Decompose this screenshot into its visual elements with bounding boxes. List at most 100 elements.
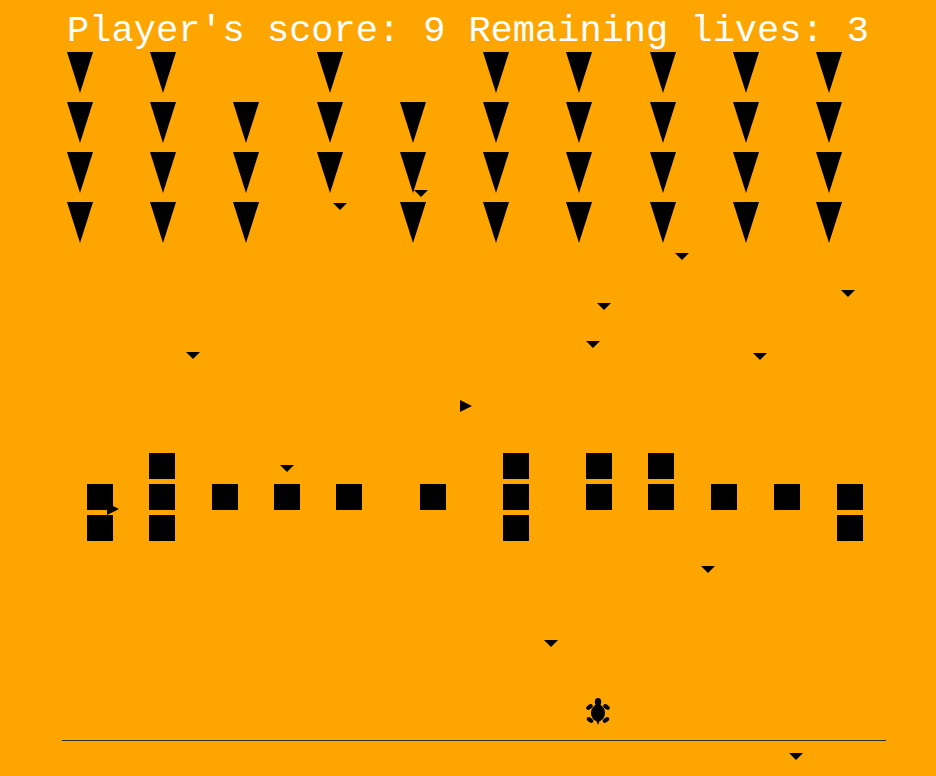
- alien-icon: [400, 152, 426, 193]
- alien-slot: [621, 102, 704, 152]
- alien-grid: [38, 52, 871, 252]
- alien-slot: [38, 102, 121, 152]
- turtle-icon[interactable]: [585, 697, 611, 727]
- alien-slot: [38, 152, 121, 202]
- alien-slot: [704, 52, 787, 102]
- shield-block: [212, 484, 238, 510]
- alien-slot: [205, 102, 288, 152]
- bullet-icon: [675, 253, 689, 260]
- shield-block: [503, 515, 529, 541]
- alien-slot: [38, 52, 121, 102]
- game-canvas: Player's score: 9 Remaining lives: 3: [0, 0, 936, 776]
- shield-block: [149, 515, 175, 541]
- bullet-icon: [333, 203, 347, 210]
- alien-icon: [650, 152, 676, 193]
- alien-slot: [621, 202, 704, 252]
- shield-block: [420, 484, 446, 510]
- shield-block: [336, 484, 362, 510]
- alien-slot: [454, 202, 537, 252]
- alien-slot: [205, 202, 288, 252]
- alien-icon: [733, 52, 759, 93]
- bullet-icon: [186, 352, 200, 359]
- alien-icon: [150, 102, 176, 143]
- alien-slot: [704, 102, 787, 152]
- alien-slot: [621, 52, 704, 102]
- shield-block: [503, 453, 529, 479]
- alien-icon: [317, 102, 343, 143]
- alien-slot: [38, 202, 121, 252]
- bullet-icon: [753, 353, 767, 360]
- alien-icon: [67, 202, 93, 243]
- alien-icon: [566, 152, 592, 193]
- alien-icon: [233, 202, 259, 243]
- alien-slot: [371, 152, 454, 202]
- alien-slot: [205, 52, 288, 102]
- alien-slot: [538, 202, 621, 252]
- alien-icon: [816, 152, 842, 193]
- alien-icon: [150, 152, 176, 193]
- bullet-icon: [841, 290, 855, 297]
- alien-slot: [788, 152, 871, 202]
- alien-slot: [454, 102, 537, 152]
- alien-icon: [483, 52, 509, 93]
- shield-block: [774, 484, 800, 510]
- alien-slot: [288, 152, 371, 202]
- alien-icon: [566, 102, 592, 143]
- alien-icon: [317, 52, 343, 93]
- ground-line: [62, 740, 886, 741]
- alien-icon: [566, 52, 592, 93]
- alien-icon: [150, 52, 176, 93]
- bullet-icon: [597, 303, 611, 310]
- shield-block: [149, 453, 175, 479]
- alien-slot: [621, 152, 704, 202]
- alien-icon: [400, 102, 426, 143]
- alien-icon: [317, 152, 343, 193]
- alien-slot: [538, 102, 621, 152]
- bullet-icon: [586, 341, 600, 348]
- alien-slot: [121, 52, 204, 102]
- alien-slot: [288, 202, 371, 252]
- alien-slot: [454, 152, 537, 202]
- shield-block: [711, 484, 737, 510]
- shield-block: [149, 484, 175, 510]
- shield-block: [648, 484, 674, 510]
- score-value: 9: [423, 10, 445, 52]
- shield-block: [837, 515, 863, 541]
- bullet-icon: [107, 503, 119, 515]
- alien-icon: [67, 102, 93, 143]
- lives-value: 3: [847, 10, 869, 52]
- shield-block: [586, 484, 612, 510]
- alien-slot: [788, 102, 871, 152]
- bullet-icon: [460, 400, 472, 412]
- shield-block: [503, 484, 529, 510]
- alien-icon: [233, 102, 259, 143]
- alien-icon: [650, 102, 676, 143]
- alien-icon: [816, 102, 842, 143]
- alien-slot: [538, 152, 621, 202]
- score-label: Player's score:: [67, 10, 400, 52]
- alien-slot: [454, 52, 537, 102]
- alien-icon: [650, 52, 676, 93]
- bullet-icon: [701, 566, 715, 573]
- shield-block: [274, 484, 300, 510]
- alien-icon: [816, 202, 842, 243]
- shield-block: [837, 484, 863, 510]
- alien-slot: [788, 202, 871, 252]
- alien-slot: [288, 102, 371, 152]
- alien-icon: [400, 202, 426, 243]
- alien-icon: [67, 152, 93, 193]
- lives-label: Remaining lives:: [468, 10, 823, 52]
- alien-icon: [816, 52, 842, 93]
- alien-slot: [371, 102, 454, 152]
- alien-icon: [733, 102, 759, 143]
- shield-block: [648, 453, 674, 479]
- bullet-icon: [789, 753, 803, 760]
- alien-slot: [288, 52, 371, 102]
- alien-icon: [67, 52, 93, 93]
- alien-icon: [650, 202, 676, 243]
- alien-slot: [121, 152, 204, 202]
- alien-slot: [788, 52, 871, 102]
- alien-icon: [566, 202, 592, 243]
- alien-slot: [371, 52, 454, 102]
- alien-slot: [121, 202, 204, 252]
